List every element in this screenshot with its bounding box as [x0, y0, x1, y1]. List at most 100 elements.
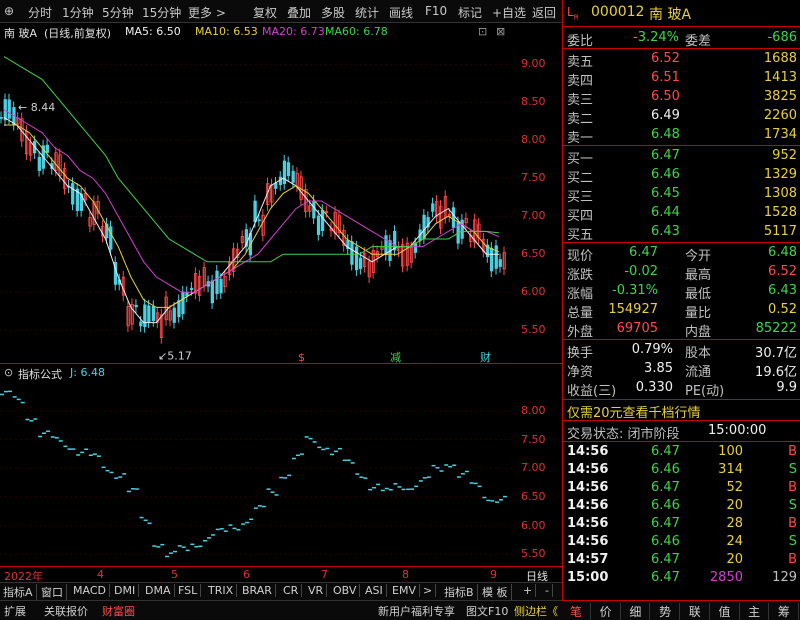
ask-row[interactable]: 卖三 6.50 3825 [563, 88, 800, 108]
j-point [304, 436, 309, 438]
tab-fsl[interactable]: FSL [175, 584, 202, 597]
ask-price: 6.49 [651, 108, 680, 123]
tab-asi[interactable]: ASI [362, 584, 387, 597]
toolbar-fenshi[interactable]: 分时 [28, 4, 52, 21]
tab-brar[interactable]: BRAR [239, 584, 276, 597]
toolbar-zixuan[interactable]: +自选 [492, 4, 526, 21]
bid-row[interactable]: 买二 6.46 1329 [563, 166, 800, 186]
ma20-label: MA20: 6.73 [262, 25, 325, 38]
tick-price: 6.47 [651, 570, 680, 585]
tab-more-arrow[interactable]: > [420, 584, 437, 597]
btn-guanlian[interactable]: 关联报价 [44, 603, 88, 619]
j-point [368, 488, 373, 491]
stat-label: 现价 [567, 249, 594, 264]
quote-tab[interactable]: 筹 [770, 603, 799, 620]
j-point [330, 453, 334, 456]
j-point [156, 546, 161, 548]
ask-row[interactable]: 卖四 6.51 1413 [563, 69, 800, 89]
promo-row[interactable]: 仅需20元查看千档行情 [563, 401, 800, 421]
j-point [384, 487, 389, 490]
toolbar-huaxian[interactable]: 画线 [389, 4, 413, 21]
tick-price: 6.46 [651, 534, 680, 549]
tab-macd[interactable]: MACD [70, 584, 110, 597]
toolbar-fuquan[interactable]: 复权 [253, 4, 277, 21]
stat2-row: 换手 0.79% 股本 30.7亿 [563, 341, 800, 361]
stat-row: 涨幅 -0.31% 最低 6.43 [563, 282, 800, 302]
toolbar-back-icon[interactable]: ⊕ [4, 4, 14, 18]
tab-muban[interactable]: 模 板 [479, 584, 512, 600]
promo-text[interactable]: 仅需20元查看千档行情 [567, 402, 701, 421]
bid-row[interactable]: 买五 6.43 5117 [563, 223, 800, 243]
toolbar-biaoji[interactable]: 标记 [458, 4, 482, 21]
level-badge[interactable]: LR [567, 5, 579, 21]
quote-tab[interactable]: 笔 [562, 603, 591, 620]
stock-name-right: 南 玻A [649, 7, 692, 23]
tab-chuangkou[interactable]: 窗口 [38, 584, 67, 600]
sub-y-tick-label: 5.50 [521, 547, 546, 561]
close-icon[interactable]: ⊠ [496, 25, 505, 38]
candlestick-chart[interactable]: ← 8.44 ↙5.17 $ 减 财 [0, 41, 515, 363]
ask-row[interactable]: 卖二 6.49 2260 [563, 107, 800, 127]
tab-emv[interactable]: EMV [389, 584, 420, 597]
quote-tab[interactable]: 主 [740, 603, 770, 620]
btn-kuozhan[interactable]: 扩展 [4, 603, 26, 619]
btn-tuwen-f10[interactable]: 图文F10 [466, 603, 508, 619]
toolbar-5min[interactable]: 5分钟 [102, 4, 134, 21]
j-point [96, 455, 101, 457]
bid-row[interactable]: 买三 6.45 1308 [563, 185, 800, 205]
toolbar-tongji[interactable]: 统计 [355, 4, 379, 21]
tab-minus[interactable]: - [542, 584, 553, 597]
j-point [321, 448, 326, 451]
j-point [169, 552, 173, 554]
tab-zhibiaoa[interactable]: 指标A [0, 584, 37, 600]
j-point [16, 398, 21, 401]
weibi-row: 委比 -3.24% 委差 -686 [563, 29, 800, 49]
tab-dma[interactable]: DMA [142, 584, 175, 597]
stat-row: 涨跌 -0.02 最高 6.52 [563, 263, 800, 283]
tab-plus[interactable]: + [520, 584, 537, 597]
tab-vr[interactable]: VR [305, 584, 328, 597]
quote-tab[interactable]: 价 [592, 603, 621, 620]
j-point [257, 505, 262, 507]
tab-dmi[interactable]: DMI [111, 584, 140, 597]
toolbar-f10[interactable]: F10 [425, 4, 447, 18]
tick-time: 14:56 [567, 534, 609, 549]
quote-tab[interactable]: 值 [711, 603, 740, 620]
btn-sidebar[interactable]: 侧边栏《 [514, 603, 558, 619]
ask-row[interactable]: 卖五 6.52 1688 [563, 50, 800, 70]
btn-xinyonghu[interactable]: 新用户福利专享 [378, 603, 455, 619]
btn-caifuquan[interactable]: 财富圈 [102, 603, 135, 619]
sub-y-tick-label: 7.50 [521, 432, 546, 446]
candle-body [177, 300, 181, 318]
toolbar-duogu[interactable]: 多股 [321, 4, 345, 21]
tab-zhibiaob[interactable]: 指标B [441, 584, 478, 600]
quote-tab[interactable]: 细 [621, 603, 651, 620]
candle-body [134, 304, 138, 308]
tab-trix[interactable]: TRIX [205, 584, 238, 597]
toolbar-1min[interactable]: 1分钟 [62, 4, 94, 21]
tab-cr[interactable]: CR [280, 584, 303, 597]
stat-label2: 量比 [685, 306, 712, 321]
tab-obv[interactable]: OBV [330, 584, 361, 597]
expand-icon[interactable]: ⊡ [478, 25, 487, 38]
y-tick-label: 8.50 [521, 95, 546, 109]
j-point [308, 437, 313, 440]
bid-row[interactable]: 买四 6.44 1528 [563, 204, 800, 224]
toolbar-diejia[interactable]: 叠加 [287, 4, 311, 21]
indicator-chart[interactable] [0, 382, 515, 567]
indicator-menu-icon[interactable]: ⊙ [4, 366, 13, 379]
quote-tab[interactable]: 势 [651, 603, 681, 620]
j-point [435, 467, 440, 469]
y-tick-label: 9.00 [521, 57, 546, 71]
ask-row[interactable]: 卖一 6.48 1734 [563, 126, 800, 146]
j-point [342, 459, 347, 462]
j-point [190, 543, 195, 546]
toolbar-15min[interactable]: 15分钟 [142, 4, 181, 21]
toolbar-fanhui[interactable]: 返回 [532, 4, 556, 21]
bid-row[interactable]: 买一 6.47 952 [563, 147, 800, 167]
j-point [482, 496, 487, 499]
j-point [33, 418, 38, 420]
quote-tab[interactable]: 联 [681, 603, 710, 620]
j-point [266, 488, 271, 490]
toolbar-more[interactable]: 更多 > [188, 4, 226, 21]
